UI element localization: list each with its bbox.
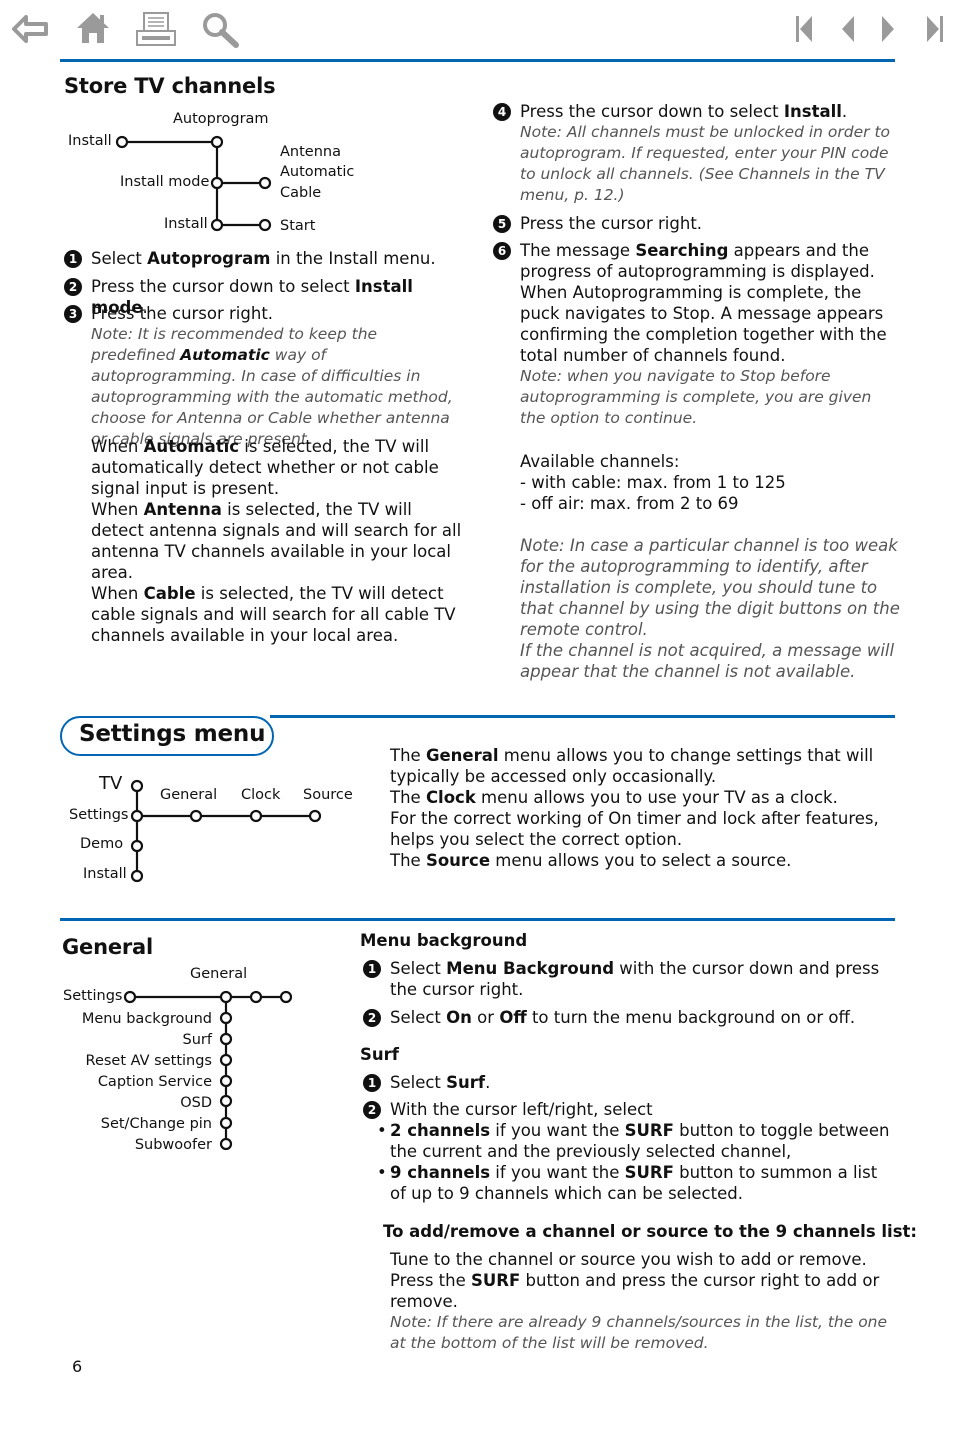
note-nine-channels-full: Note: If there are already 9 channels/so… — [390, 1313, 888, 1352]
add-remove-instructions: Tune to the channel or source you wish t… — [390, 1249, 890, 1354]
subheading-menu-background: Menu background — [360, 931, 528, 950]
diagram-label-set-change-pin: Set/Change pin — [100, 1116, 212, 1132]
diagram-label-reset-av: Reset AV settings — [85, 1053, 212, 1069]
diagram-label-subwoofer: Subwoofer — [134, 1137, 212, 1153]
diagram-label-menu-background: Menu background — [81, 1011, 212, 1027]
diagram-label-surf: Surf — [182, 1032, 212, 1048]
menu-bg-step-2: 2 Select On or Off to turn the menu back… — [363, 1007, 893, 1028]
page-number: 6 — [72, 1357, 83, 1376]
step-number-badge: 2 — [363, 1009, 381, 1027]
subheading-add-remove: To add/remove a channel or source to the… — [383, 1222, 918, 1241]
diagram-label-osd: OSD — [180, 1095, 212, 1111]
diagram-label-settings-root: Settings — [63, 988, 123, 1004]
step-number-badge: 2 — [363, 1101, 381, 1119]
surf-step-2: 2 With the cursor left/right, select 2 c… — [363, 1099, 898, 1204]
bullet-9-channels: 9 channels if you want the SURF button t… — [377, 1162, 898, 1204]
general-items-labels: Menu background Surf Reset AV settings C… — [60, 1009, 212, 1156]
diagram-label-caption-service: Caption Service — [97, 1074, 212, 1090]
surf-step-1: 1 Select Surf. — [363, 1072, 893, 1093]
subheading-surf: Surf — [360, 1045, 399, 1064]
menu-bg-step-1: 1 Select Menu Background with the cursor… — [363, 958, 893, 1000]
diagram-label-general-header: General — [190, 966, 248, 982]
step-number-badge: 1 — [363, 960, 381, 978]
bullet-2-channels: 2 channels if you want the SURF button t… — [377, 1120, 898, 1162]
step-number-badge: 1 — [363, 1074, 381, 1092]
